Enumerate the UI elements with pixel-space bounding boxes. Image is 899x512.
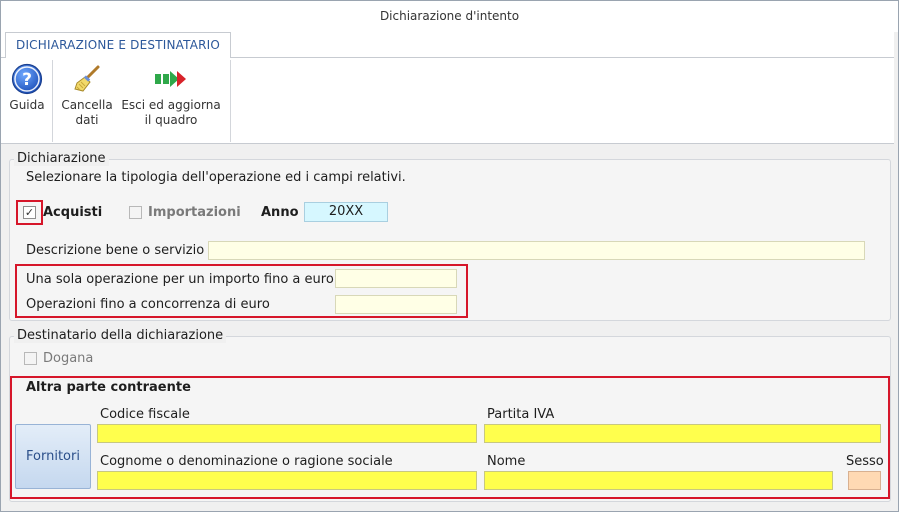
nome-label: Nome xyxy=(487,454,526,469)
anno-label: Anno xyxy=(261,205,299,220)
codice-fiscale-field[interactable] xyxy=(97,424,477,443)
concorrenza-label: Operazioni fino a concorrenza di euro xyxy=(26,297,270,312)
una-sola-label: Una sola operazione per un importo fino … xyxy=(26,272,334,287)
nome-field[interactable] xyxy=(484,471,833,490)
sesso-label: Sesso xyxy=(846,454,884,469)
exit-update-arrow-icon xyxy=(155,71,186,87)
tab-dichiarazione-destinatario[interactable]: DICHIARAZIONE E DESTINATARIO xyxy=(5,32,232,59)
ribbon-separator xyxy=(52,60,53,142)
acquisti-checkbox[interactable]: ✓ xyxy=(23,206,36,219)
cognome-field[interactable] xyxy=(97,471,477,490)
dialog-window: Dichiarazione d'intento DICHIARAZIONE E … xyxy=(0,0,899,512)
broom-icon xyxy=(74,65,100,92)
scrollbar[interactable] xyxy=(894,32,898,511)
cancella-label-1: Cancella xyxy=(61,98,113,112)
destinatario-title: Destinatario della dichiarazione xyxy=(14,328,227,343)
partita-iva-field[interactable] xyxy=(484,424,881,443)
cancella-label-2: dati xyxy=(75,113,99,127)
anno-field[interactable]: 20XX xyxy=(304,202,388,222)
fornitori-button[interactable]: Fornitori xyxy=(15,424,91,489)
importazioni-label: Importazioni xyxy=(148,205,241,220)
descrizione-label: Descrizione bene o servizio xyxy=(26,243,205,258)
cancella-dati-button[interactable]: Cancella dati xyxy=(57,62,117,128)
instructions-text: Selezionare la tipologia dell'operazione… xyxy=(26,170,406,185)
guida-button[interactable]: ? Guida xyxy=(5,62,49,113)
esci-label-1: Esci ed aggiorna xyxy=(121,98,221,112)
dogana-label: Dogana xyxy=(43,351,94,366)
cognome-label: Cognome o denominazione o ragione social… xyxy=(100,454,393,469)
sesso-field[interactable] xyxy=(848,471,881,490)
altra-parte-title: Altra parte contraente xyxy=(26,380,191,395)
dichiarazione-title: Dichiarazione xyxy=(14,151,109,166)
descrizione-field[interactable] xyxy=(208,241,865,260)
esci-aggiorna-button[interactable]: Esci ed aggiorna il quadro xyxy=(117,62,225,128)
help-icon: ? xyxy=(11,63,43,95)
ribbon-separator xyxy=(230,60,231,142)
ribbon-tab-bar: DICHIARAZIONE E DESTINATARIO xyxy=(1,32,898,59)
una-sola-field[interactable] xyxy=(335,269,457,288)
dogana-checkbox[interactable] xyxy=(24,352,37,365)
partita-iva-label: Partita IVA xyxy=(487,407,555,422)
codice-fiscale-label: Codice fiscale xyxy=(100,407,190,422)
importazioni-checkbox[interactable] xyxy=(129,206,142,219)
svg-text:?: ? xyxy=(22,70,32,90)
concorrenza-field[interactable] xyxy=(335,295,457,314)
esci-label-2: il quadro xyxy=(144,113,198,127)
acquisti-label: Acquisti xyxy=(43,205,103,220)
guida-label: Guida xyxy=(9,98,45,112)
window-title: Dichiarazione d'intento xyxy=(1,1,898,32)
ribbon-toolbar: ? Guida Cancella dati Esci ed aggiorna i… xyxy=(1,58,898,144)
